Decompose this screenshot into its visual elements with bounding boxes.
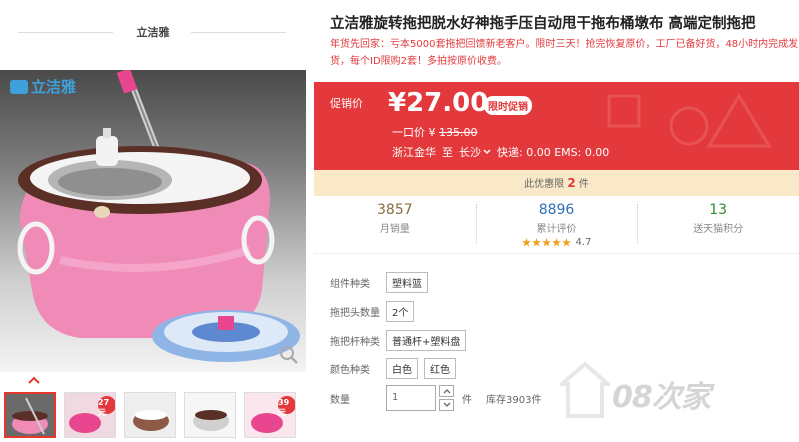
purchase-limit-notice: 此优惠限 2 件 <box>314 170 799 196</box>
price-panel: 促销价 ¥27.00 限时促销 一口价 ¥ 135.00 浙江金华 至 长沙 快… <box>314 82 799 170</box>
star-icon <box>561 238 571 247</box>
limit-suffix: 件 <box>578 179 589 190</box>
ship-to-value: 长沙 <box>459 146 481 159</box>
chevron-down-icon <box>443 402 450 407</box>
thumbnail-badge: 27元 <box>98 398 110 417</box>
quantity-stepper <box>439 385 454 411</box>
stat-label: 送天猫积分 <box>693 224 744 235</box>
original-currency: ¥ <box>428 126 436 139</box>
divider <box>191 32 286 33</box>
logo-mark-icon <box>10 79 28 94</box>
ship-from: 浙江金华 <box>392 146 436 159</box>
option-plastic-basket[interactable]: 塑料篮 <box>386 272 428 293</box>
star-icon <box>551 238 561 247</box>
shipping-row: 浙江金华 至 长沙 快递: 0.00 EMS: 0.00 <box>392 144 609 160</box>
quantity-decrease-button[interactable] <box>439 399 454 411</box>
original-price-value: 135.00 <box>439 126 478 139</box>
original-price: 一口价 ¥ 135.00 <box>392 124 478 140</box>
price-value: 27.00 <box>406 88 489 118</box>
option-pole-type: 拖把杆种类 普通杆+塑料盘 <box>330 330 472 351</box>
quantity-input[interactable]: 1 <box>386 385 436 411</box>
option-color: 颜色种类 白色 红色 <box>330 358 462 379</box>
option-color-white[interactable]: 白色 <box>386 358 418 379</box>
limited-promo-badge: 限时促销 <box>484 96 532 115</box>
product-info: 立洁雅旋转拖把脱水好神拖手压自动甩干拖布桶墩布 高端定制拖把 年货先回家：亏本5… <box>314 0 799 442</box>
zoom-icon[interactable] <box>278 344 300 366</box>
watermark-house-icon <box>560 361 610 418</box>
stat-value: 3857 <box>377 202 413 218</box>
stat-tmall-points: 13 送天猫积分 <box>637 196 799 253</box>
decorative-pattern-icon <box>607 93 772 148</box>
chevron-up-icon[interactable] <box>27 375 41 385</box>
stock-count: 库存3903件 <box>486 394 542 406</box>
option-label: 拖把头数量 <box>330 308 380 319</box>
ship-to-label: 至 <box>442 146 453 159</box>
stat-value: 8896 <box>538 202 575 218</box>
brand-header: 立洁雅 <box>0 0 306 64</box>
product-title: 立洁雅旋转拖把脱水好神拖手压自动甩干拖布桶墩布 高端定制拖把 <box>330 16 756 32</box>
quantity-unit: 件 <box>462 394 472 406</box>
original-price-label: 一口价 <box>392 126 425 139</box>
thumbnail-strip: 27元 39元 <box>4 392 296 438</box>
option-label: 拖把杆种类 <box>330 337 380 348</box>
product-gallery: 立洁雅 立洁雅 27元 39元 <box>0 0 306 442</box>
thumbnail-badge: 39元 <box>278 398 290 417</box>
rating-value: 4.7 <box>575 237 592 248</box>
logo-text: 立洁雅 <box>31 78 77 96</box>
chevron-up-icon <box>443 389 450 394</box>
rating-stars: 4.7 <box>521 237 592 248</box>
watermark-text: 08次家 <box>612 380 711 415</box>
option-color-red[interactable]: 红色 <box>424 358 456 379</box>
star-icon <box>521 238 531 247</box>
currency-symbol: ¥ <box>388 88 407 118</box>
star-icon <box>541 238 551 247</box>
chevron-down-icon <box>483 149 491 155</box>
thumbnail-3[interactable] <box>124 392 176 438</box>
stat-label: 月销量 <box>379 224 410 235</box>
option-two-heads[interactable]: 2个 <box>386 301 415 322</box>
thumbnail-4[interactable] <box>184 392 236 438</box>
brand-logo: 立洁雅 <box>10 76 76 97</box>
divider <box>18 32 113 33</box>
sales-stats: 3857 月销量 8896 累计评价 4.7 13 送天猫积分 <box>314 196 799 254</box>
stat-monthly-sales: 3857 月销量 <box>314 196 476 253</box>
ship-to-select[interactable]: 长沙 <box>459 144 491 160</box>
thumbnail-1[interactable] <box>4 392 56 438</box>
quantity-increase-button[interactable] <box>439 385 454 397</box>
thumbnail-2[interactable]: 27元 <box>64 392 116 438</box>
quantity-row: 数量 1 件 库存3903件 <box>330 385 541 411</box>
option-label: 组件种类 <box>330 279 370 290</box>
limit-count: 2 <box>567 176 576 190</box>
option-standard-pole[interactable]: 普通杆+塑料盘 <box>386 330 467 351</box>
promo-price-label: 促销价 <box>330 97 363 110</box>
brand-title[interactable]: 立洁雅 <box>116 24 190 40</box>
main-product-image[interactable]: 立洁雅 <box>0 70 306 372</box>
thumbnail-5[interactable]: 39元 <box>244 392 296 438</box>
promo-price: ¥27.00 <box>388 88 488 118</box>
stat-label: 累计评价 <box>536 224 577 235</box>
quantity-label: 数量 <box>330 394 350 406</box>
stat-reviews[interactable]: 8896 累计评价 4.7 <box>475 196 638 253</box>
option-label: 颜色种类 <box>330 365 370 376</box>
shipping-fees: 快递: 0.00 EMS: 0.00 <box>497 146 610 159</box>
option-head-count: 拖把头数量 2个 <box>330 301 420 322</box>
stat-value: 13 <box>709 202 728 218</box>
limit-prefix: 此优惠限 <box>524 179 565 190</box>
option-component-type: 组件种类 塑料篮 <box>330 272 434 293</box>
product-subtitle: 年货先回家：亏本5000套拖把回馈新老客户。限时三天！抢完恢复原价，工厂已备好货… <box>330 39 799 67</box>
spin-mop-bucket-illustration <box>17 70 300 362</box>
star-icon <box>531 238 541 247</box>
